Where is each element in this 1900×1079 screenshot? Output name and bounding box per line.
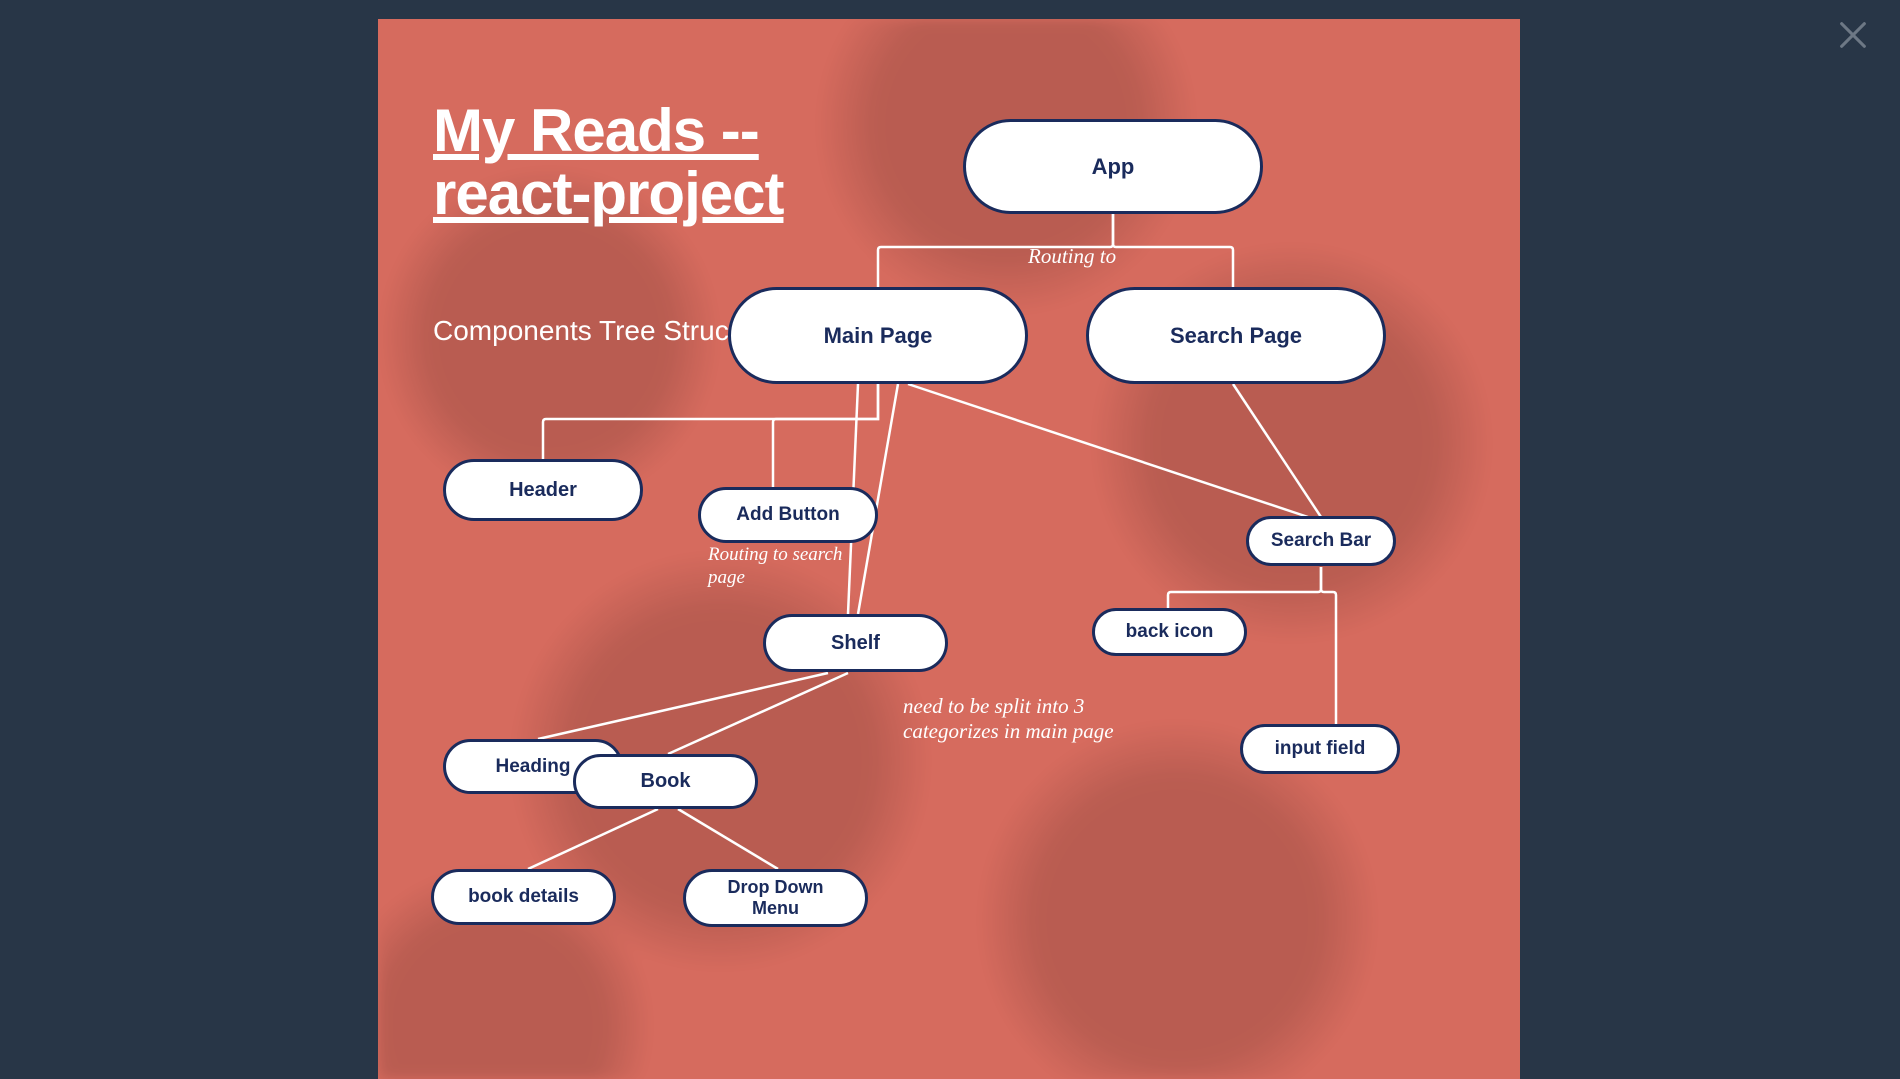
- node-add-button: Add Button: [698, 487, 878, 543]
- node-shelf: Shelf: [763, 614, 948, 672]
- node-back-icon: back icon: [1092, 608, 1247, 656]
- node-main-page: Main Page: [728, 287, 1028, 384]
- node-search-bar: Search Bar: [1246, 516, 1396, 566]
- annot-routing-to: Routing to: [1028, 244, 1116, 269]
- diagram-slide: My Reads -- react-project Components Tre…: [378, 19, 1520, 1079]
- close-icon[interactable]: [1836, 18, 1870, 52]
- annot-shelf-note: need to be split into 3 categorizes in m…: [903, 694, 1163, 744]
- node-app: App: [963, 119, 1263, 214]
- page-title: My Reads -- react-project: [433, 99, 893, 225]
- annot-routing-search: Routing to search page: [708, 544, 848, 590]
- node-input-field: input field: [1240, 724, 1400, 774]
- node-dropdown: Drop Down Menu: [683, 869, 868, 927]
- node-book-details: book details: [431, 869, 616, 925]
- node-search-page: Search Page: [1086, 287, 1386, 384]
- node-header: Header: [443, 459, 643, 521]
- page-subtitle: Components Tree Structure: [433, 315, 777, 347]
- node-book: Book: [573, 754, 758, 809]
